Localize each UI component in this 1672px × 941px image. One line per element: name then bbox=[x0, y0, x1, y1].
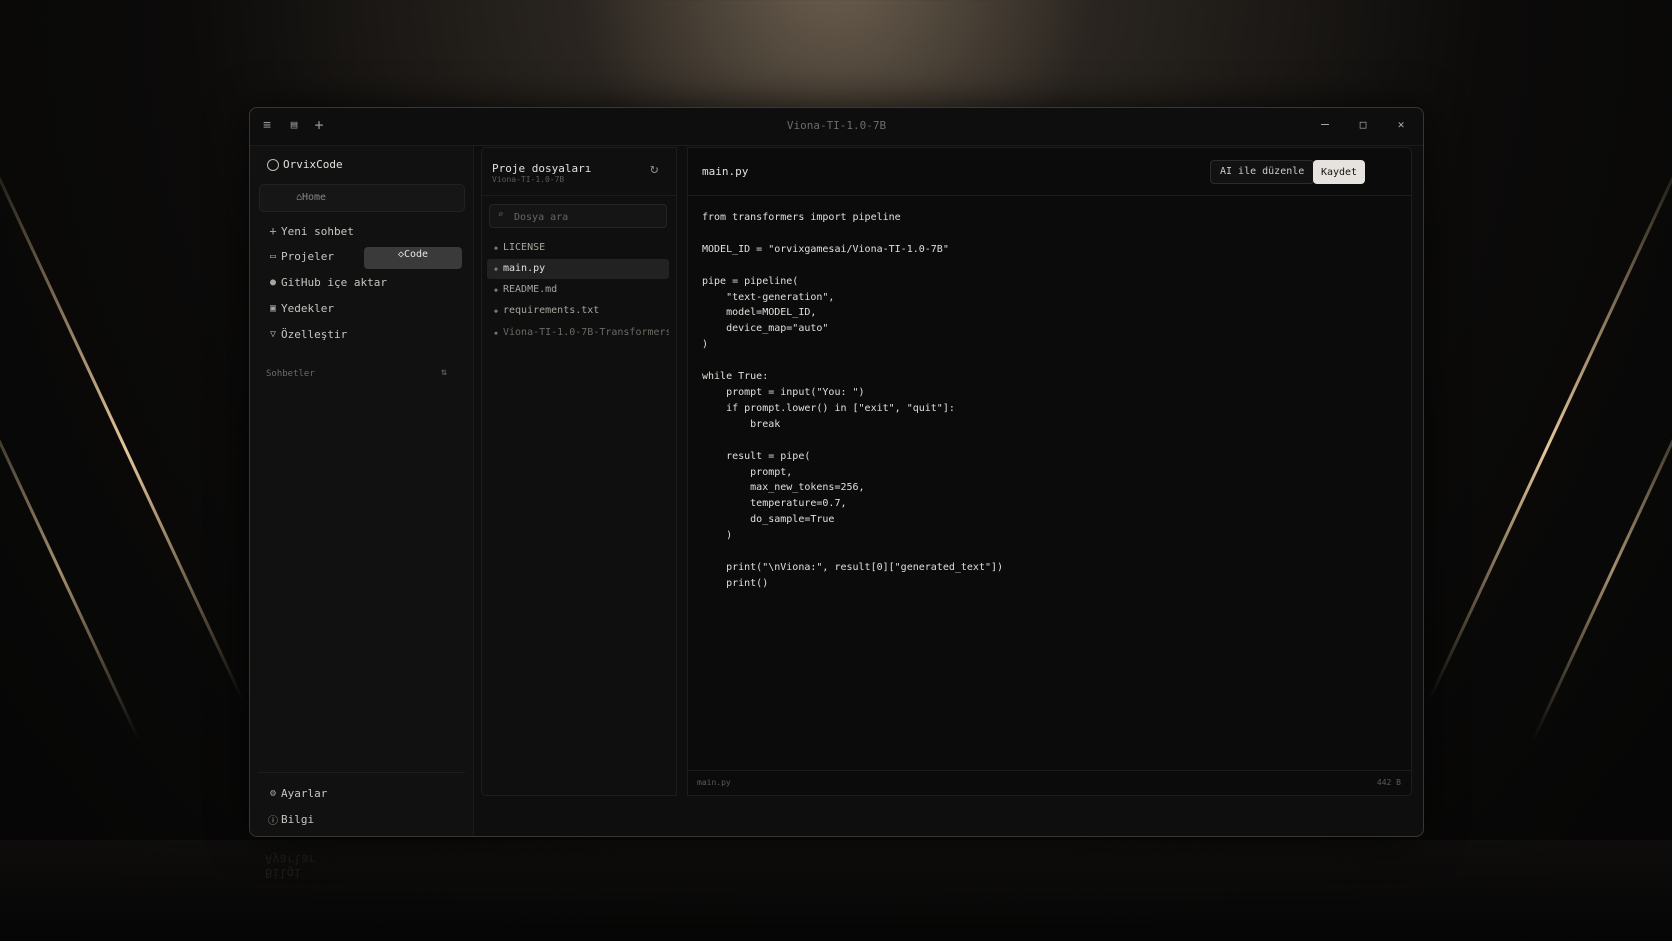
file-item-active[interactable]: ◆ main.py bbox=[487, 259, 669, 279]
sidebar-item-customize[interactable]: ▽ Özelleştir bbox=[267, 328, 347, 341]
gear-icon: ⚙ bbox=[269, 788, 277, 799]
window-title: Viona-TI-1.0-7B bbox=[786, 119, 887, 132]
file-search: ⌕ bbox=[489, 204, 667, 228]
file-item[interactable]: ◆ README.md bbox=[487, 280, 669, 300]
file-explorer: Proje dosyaları Viona-TI-1.0-7B ↻ ⌕ ◆ LIC… bbox=[481, 147, 677, 796]
sidebar-item-label: Özelleştir bbox=[281, 328, 348, 341]
sidebar-item-label: GitHub içe aktar bbox=[281, 276, 387, 289]
light-beam bbox=[0, 359, 141, 742]
file-icon: ◆ bbox=[493, 244, 499, 252]
refresh-icon[interactable]: ↻ bbox=[650, 161, 658, 177]
archive-icon: ▣ bbox=[269, 303, 277, 314]
light-beam bbox=[1531, 359, 1672, 742]
file-item[interactable]: ▪ Viona-TI-1.0-7B-Transformers.zip bbox=[487, 323, 669, 343]
file-item[interactable]: ◆ LICENSE bbox=[487, 238, 669, 258]
editor-filename: main.py bbox=[702, 165, 749, 178]
orvix-logo-icon bbox=[267, 158, 279, 171]
window-reflection: Bilgi Ayarlar bbox=[265, 852, 316, 880]
sidebar: OrvixCode ⌂Home ◇Code + Yeni sohbet ▭ Pr… bbox=[250, 146, 474, 836]
sidebar-item-new-chat[interactable]: + Yeni sohbet bbox=[267, 224, 354, 238]
sidebar-item-label: Bilgi bbox=[281, 813, 315, 826]
sidebar-item-label: Projeler bbox=[281, 250, 334, 263]
sidebar-item-label: Ayarlar bbox=[281, 787, 328, 800]
chats-section-label: Sohbetler bbox=[266, 369, 315, 379]
info-icon: ⓘ bbox=[268, 816, 278, 827]
file-search-input[interactable] bbox=[512, 208, 666, 226]
title-bar: ≡ ▤ + Viona-TI-1.0-7B — □ ✕ bbox=[250, 108, 1423, 146]
light-beam bbox=[1427, 139, 1672, 703]
floor-reflection bbox=[0, 840, 1672, 941]
file-item[interactable]: ◆ requirements.txt bbox=[487, 301, 669, 321]
maximize-button[interactable]: □ bbox=[1354, 118, 1372, 131]
archive-file-icon: ▪ bbox=[493, 329, 499, 337]
files-title: Proje dosyaları bbox=[492, 162, 592, 175]
mode-code-label: Code bbox=[403, 249, 429, 260]
brand-name: OrvixCode bbox=[283, 158, 343, 171]
status-file-size: 442 B bbox=[1376, 778, 1401, 787]
file-icon: ◆ bbox=[493, 265, 499, 273]
file-name: Viona-TI-1.0-7B-Transformers.zip bbox=[503, 327, 669, 338]
sort-icon[interactable]: ⇅ bbox=[441, 367, 447, 378]
file-icon: ◆ bbox=[493, 307, 499, 315]
file-name: README.md bbox=[503, 284, 558, 295]
status-filename: main.py bbox=[697, 778, 731, 787]
file-name: requirements.txt bbox=[503, 305, 600, 316]
file-name: main.py bbox=[503, 263, 546, 274]
search-icon: ⌕ bbox=[498, 210, 504, 220]
light-beam bbox=[0, 139, 245, 703]
mode-switch: ⌂Home ◇Code bbox=[259, 184, 465, 269]
sidebar-item-projects[interactable]: ▭ Projeler bbox=[267, 250, 334, 263]
file-icon: ◆ bbox=[493, 286, 499, 294]
file-name: LICENSE bbox=[503, 242, 546, 253]
project-name: Viona-TI-1.0-7B bbox=[492, 175, 565, 184]
sidebar-item-label: Yeni sohbet bbox=[281, 224, 354, 238]
minimize-button[interactable]: — bbox=[1316, 117, 1334, 132]
code-content[interactable]: from transformers import pipeline MODEL_… bbox=[702, 210, 1003, 592]
sidebar-divider bbox=[258, 772, 465, 773]
sidebar-item-github-import[interactable]: ● GitHub içe aktar bbox=[267, 276, 387, 289]
github-icon: ● bbox=[269, 277, 277, 288]
code-editor: main.py AI ile düzenle Kaydet from trans… bbox=[687, 147, 1412, 796]
editor-header: main.py AI ile düzenle Kaydet bbox=[688, 148, 1411, 196]
editor-status-bar: main.py 442 B bbox=[688, 770, 1411, 795]
sidebar-item-label: Yedekler bbox=[281, 302, 334, 315]
mode-home-label: Home bbox=[301, 192, 327, 203]
ai-edit-button[interactable]: AI ile düzenle bbox=[1210, 160, 1315, 184]
divider bbox=[482, 195, 676, 196]
reflection-line: Ayarlar bbox=[265, 852, 316, 866]
folder-icon: ▭ bbox=[269, 251, 277, 262]
sidebar-item-settings[interactable]: ⚙ Ayarlar bbox=[267, 787, 327, 800]
plus-icon: + bbox=[269, 224, 277, 238]
filter-icon: ▽ bbox=[269, 329, 277, 340]
sidebar-item-backups[interactable]: ▣ Yedekler bbox=[267, 302, 334, 315]
mode-home-button[interactable]: ⌂Home bbox=[262, 187, 360, 209]
mode-code-button[interactable]: ◇Code bbox=[364, 247, 462, 269]
save-button[interactable]: Kaydet bbox=[1313, 160, 1365, 184]
close-button[interactable]: ✕ bbox=[1392, 118, 1410, 131]
sidebar-item-info[interactable]: ⓘ Bilgi bbox=[267, 812, 314, 827]
brand: OrvixCode bbox=[267, 158, 343, 171]
reflection-line: Bilgi bbox=[265, 866, 302, 880]
app-window: ≡ ▤ + Viona-TI-1.0-7B — □ ✕ OrvixCode ⌂H… bbox=[249, 107, 1424, 837]
